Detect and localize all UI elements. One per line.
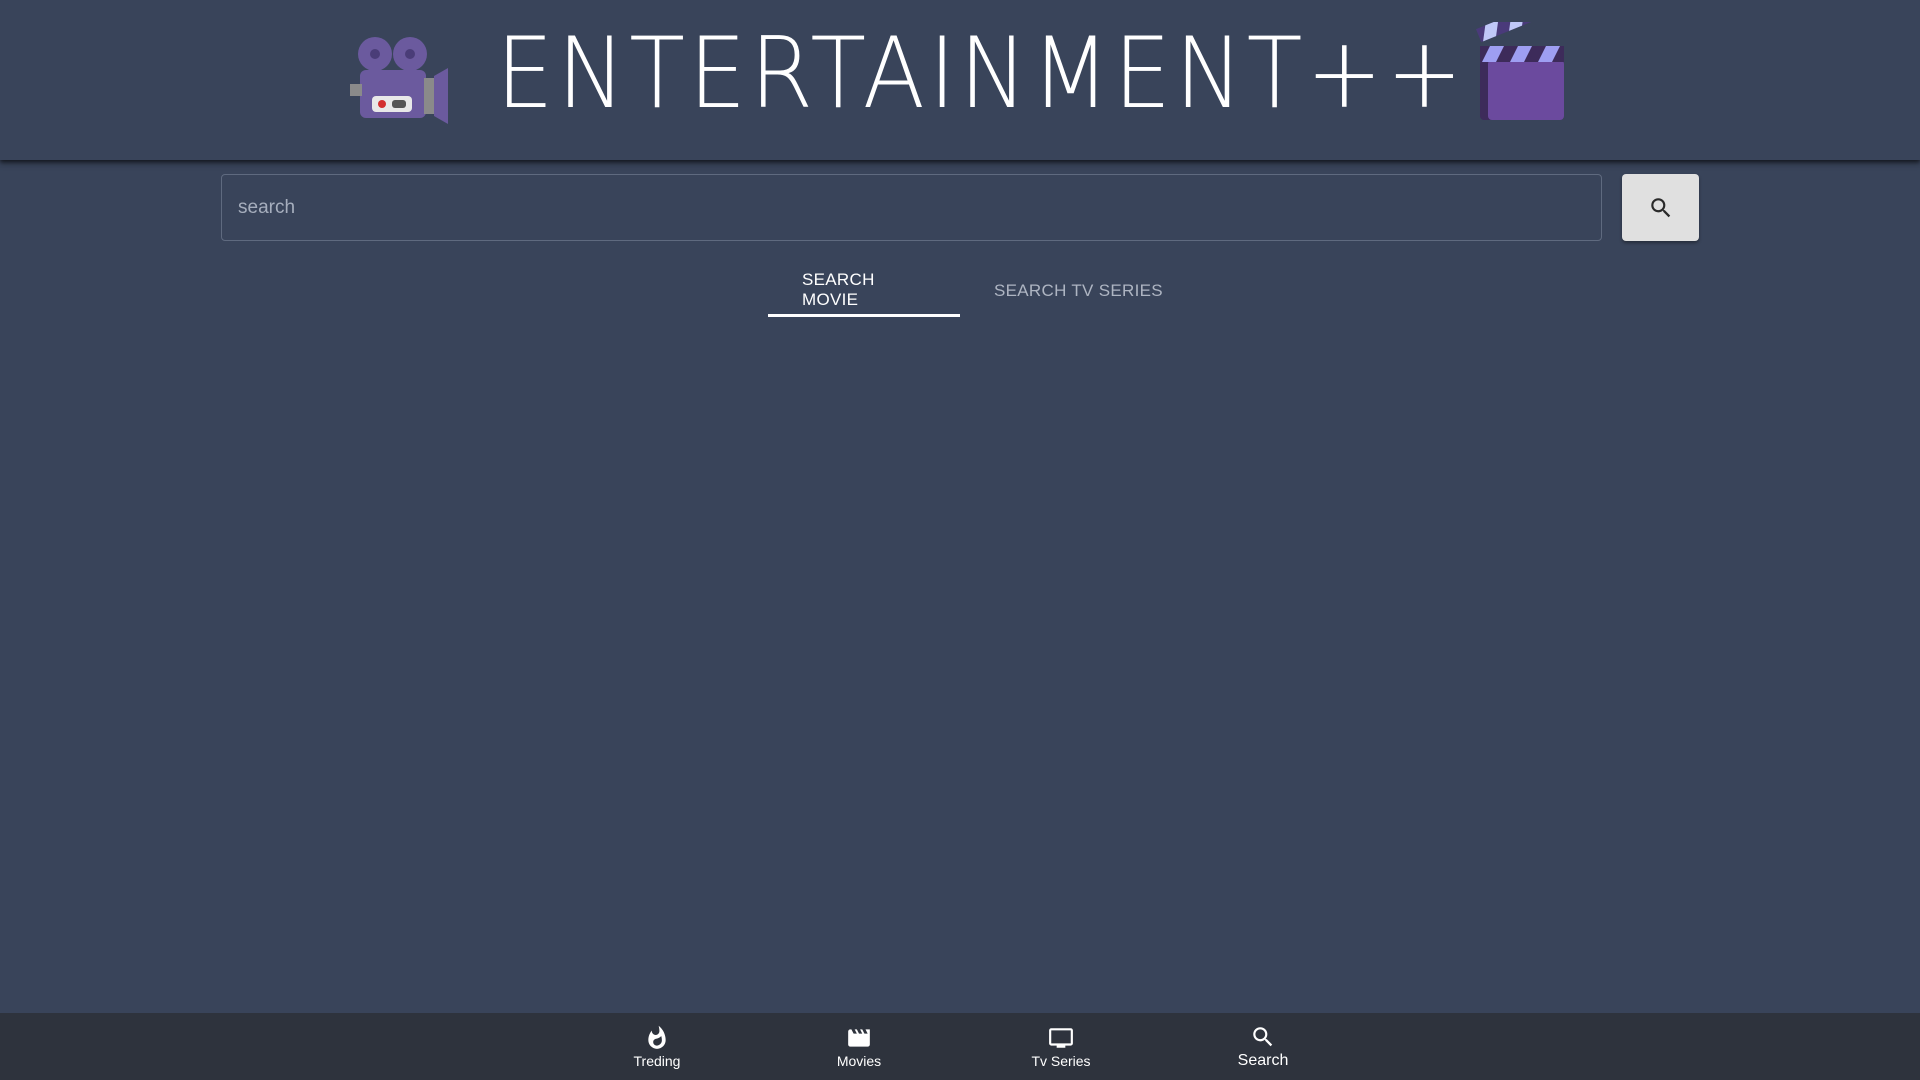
search-icon xyxy=(1253,1026,1273,1046)
tv-icon xyxy=(1049,1027,1073,1048)
whatshot-icon xyxy=(648,1025,666,1049)
bottom-navigation: Treding Movies Tv Series Search xyxy=(0,1013,1920,1080)
search-button[interactable] xyxy=(1622,174,1699,241)
nav-label-movies: Movies xyxy=(836,1052,882,1069)
tab-search-tv-series[interactable]: SEARCH TV SERIES xyxy=(960,265,1197,317)
nav-label-tv-series: Tv Series xyxy=(1031,1052,1091,1069)
nav-item-tv-series[interactable]: Tv Series xyxy=(960,1013,1162,1080)
nav-item-search[interactable]: Search xyxy=(1162,1013,1364,1080)
search-input[interactable] xyxy=(221,174,1602,241)
app-header: ENTERTAINMENT++ xyxy=(0,0,1920,160)
search-tabs: SEARCH MOVIE SEARCH TV SERIES xyxy=(768,265,1197,317)
nav-label-search: Search xyxy=(1237,1051,1289,1069)
app-title: ENTERTAINMENT++ xyxy=(496,17,1467,131)
tab-search-movie[interactable]: SEARCH MOVIE xyxy=(768,265,960,317)
clapper-board-icon xyxy=(1476,22,1564,120)
nav-item-trending[interactable]: Treding xyxy=(556,1013,758,1080)
movie-icon xyxy=(848,1028,870,1047)
nav-item-movies[interactable]: Movies xyxy=(758,1013,960,1080)
search-icon xyxy=(1650,197,1670,217)
movie-camera-icon xyxy=(350,37,448,124)
nav-label-trending: Treding xyxy=(633,1052,681,1069)
